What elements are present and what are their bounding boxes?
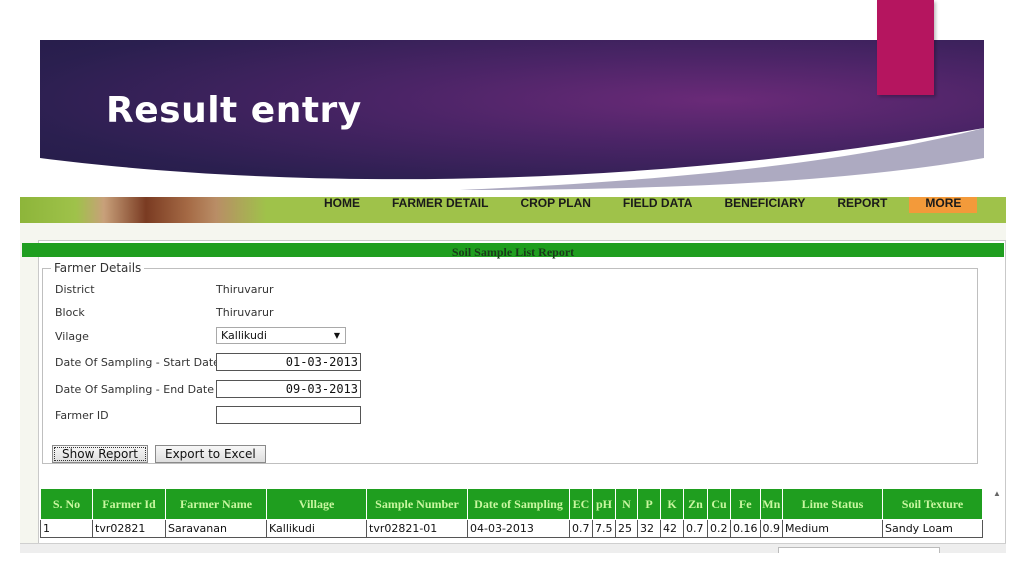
col-header[interactable]: EC [569, 488, 593, 520]
scroll-up-arrow-icon[interactable]: ▲ [990, 489, 1004, 501]
cell-soil-texture: Sandy Loam [882, 519, 983, 538]
col-header[interactable]: Soil Texture [882, 488, 983, 520]
app-screenshot: HOME FARMER DETAIL CROP PLAN FIELD DATA … [20, 197, 1006, 553]
cell-ec: 0.7 [569, 519, 593, 538]
col-header[interactable]: Zn [683, 488, 708, 520]
scrollbar-thumb[interactable] [778, 547, 940, 553]
block-label: Block [55, 306, 85, 319]
export-excel-button[interactable]: Export to Excel [155, 445, 266, 463]
cell-s-no: 1 [40, 519, 93, 538]
cell-p: 32 [637, 519, 661, 538]
cell-fe: 0.16 [730, 519, 761, 538]
block-value: Thiruvarur [216, 306, 274, 319]
col-header[interactable]: N [615, 488, 638, 520]
col-header[interactable]: S. No [40, 488, 93, 520]
col-header[interactable]: Farmer Id [92, 488, 166, 520]
farmer-id-input[interactable] [216, 406, 361, 424]
col-header[interactable]: P [637, 488, 661, 520]
nav-beneficiary[interactable]: BENEFICIARY [708, 197, 821, 213]
dropdown-arrow-icon: ▼ [333, 331, 340, 340]
cell-lime-status: Medium [782, 519, 883, 538]
end-date-label: Date Of Sampling - End Date [55, 383, 214, 396]
cell-village: Kallikudi [266, 519, 367, 538]
village-select[interactable]: Kallikudi ▼ [216, 327, 346, 344]
cell-cu: 0.2 [707, 519, 731, 538]
cell-k: 42 [660, 519, 684, 538]
nav-home[interactable]: HOME [308, 197, 376, 213]
col-header[interactable]: Cu [707, 488, 731, 520]
col-header[interactable]: Date of Sampling [467, 488, 570, 520]
soil-sample-table: S. No Farmer Id Farmer Name Village Samp… [40, 488, 983, 538]
cell-date: 04-03-2013 [467, 519, 570, 538]
slide-title: Result entry [106, 90, 362, 131]
nav-report[interactable]: REPORT [821, 197, 903, 213]
end-date-input[interactable]: 09-03-2013 [216, 380, 361, 398]
col-header[interactable]: Farmer Name [165, 488, 267, 520]
report-title-bar: Soil Sample List Report [22, 243, 1004, 259]
main-nav: HOME FARMER DETAIL CROP PLAN FIELD DATA … [308, 197, 978, 213]
cell-farmer-name: Saravanan [165, 519, 267, 538]
cell-zn: 0.7 [683, 519, 708, 538]
col-header[interactable]: Sample Number [366, 488, 468, 520]
header-photo [20, 197, 300, 223]
village-selected-value: Kallikudi [221, 329, 267, 342]
cell-mn: 0.9 [759, 519, 783, 538]
nav-crop-plan[interactable]: CROP PLAN [504, 197, 606, 213]
col-header[interactable]: Fe [730, 488, 761, 520]
start-date-label: Date Of Sampling - Start Date [55, 356, 220, 369]
show-report-button[interactable]: Show Report [52, 445, 148, 463]
cell-sample-number: tvr02821-01 [366, 519, 468, 538]
col-header[interactable]: Mn [759, 488, 783, 520]
cell-ph: 7.5 [592, 519, 616, 538]
nav-field-data[interactable]: FIELD DATA [607, 197, 709, 213]
village-label: Vilage [55, 330, 89, 343]
col-header[interactable]: K [660, 488, 684, 520]
report-title: Soil Sample List Report [451, 245, 575, 259]
cell-n: 25 [615, 519, 638, 538]
nav-farmer-detail[interactable]: FARMER DETAIL [376, 197, 504, 213]
accent-tab [877, 0, 934, 95]
table-header-row: S. No Farmer Id Farmer Name Village Samp… [40, 488, 983, 520]
farmer-details-legend: Farmer Details [54, 261, 142, 275]
table-row[interactable]: 1 tvr02821 Saravanan Kallikudi tvr02821-… [40, 519, 983, 538]
nav-more[interactable]: MORE [909, 197, 978, 213]
cell-farmer-id: tvr02821 [92, 519, 166, 538]
col-header[interactable]: Lime Status [782, 488, 883, 520]
farmer-id-label: Farmer ID [55, 409, 109, 422]
col-header[interactable]: pH [592, 488, 616, 520]
district-label: District [55, 283, 95, 296]
start-date-input[interactable]: 01-03-2013 [216, 353, 361, 371]
district-value: Thiruvarur [216, 283, 274, 296]
col-header[interactable]: Village [266, 488, 367, 520]
